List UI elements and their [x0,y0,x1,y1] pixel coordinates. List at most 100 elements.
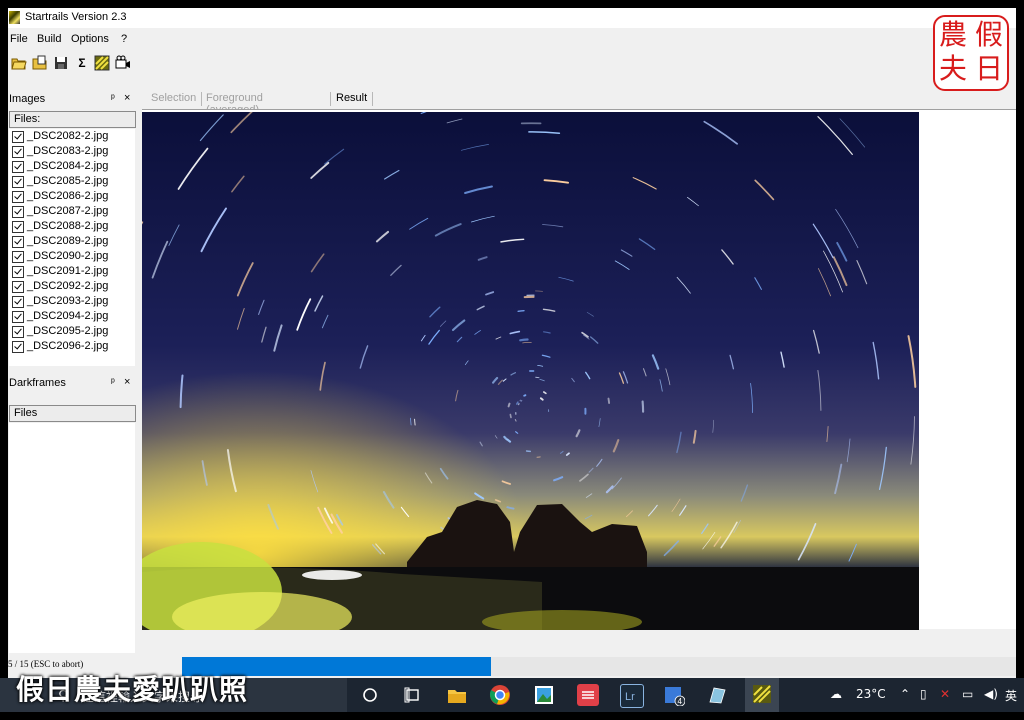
toolbar: Σ [8,55,308,75]
file-explorer-icon[interactable] [446,684,468,706]
weather-icon[interactable]: ☁ [830,687,842,701]
checkbox[interactable] [12,146,24,158]
darkframes-panel-header: Darkframes ᵖ × [8,375,136,393]
sum-icon[interactable]: Σ [74,55,90,71]
cortana-icon[interactable] [360,684,380,706]
file-name: _DSC2084-2.jpg [27,160,109,172]
chevron-up-icon[interactable]: ⌃ [900,687,910,701]
task-view-icon[interactable] [402,684,424,706]
images-panel: Images ᵖ × Files: _DSC2082-2.jpg _DSC208… [8,91,136,374]
result-viewport[interactable] [142,109,1016,630]
list-item[interactable]: _DSC2086-2.jpg [12,189,132,204]
startrails-taskbar-icon[interactable] [745,678,779,714]
images-panel-header: Images ᵖ × [8,91,136,109]
list-item[interactable]: _DSC2083-2.jpg [12,144,132,159]
checkbox[interactable] [12,311,24,323]
title-bar: Startrails Version 2.3 [8,8,1016,28]
star-trail [519,338,529,342]
checkbox[interactable] [12,191,24,203]
image-file-list[interactable]: _DSC2082-2.jpg _DSC2083-2.jpg _DSC2084-2… [9,129,135,366]
checkbox[interactable] [12,161,24,173]
list-item[interactable]: _DSC2082-2.jpg [12,129,132,144]
list-item[interactable]: _DSC2088-2.jpg [12,219,132,234]
list-item[interactable]: _DSC2085-2.jpg [12,174,132,189]
file-name: _DSC2096-2.jpg [27,340,109,352]
close-icon[interactable]: × [124,92,130,104]
checkbox[interactable] [12,251,24,263]
file-name: _DSC2082-2.jpg [27,130,109,142]
list-item[interactable]: _DSC2087-2.jpg [12,204,132,219]
list-item[interactable]: _DSC2090-2.jpg [12,249,132,264]
app-icon-red[interactable] [577,684,599,706]
menu-options[interactable]: Options [71,33,109,45]
menu-file[interactable]: File [10,33,28,45]
progress-bar [182,657,1016,676]
star-trail [539,397,544,401]
photo-viewer-icon[interactable] [533,684,555,706]
list-item[interactable]: _DSC2095-2.jpg [12,324,132,339]
tab-selection[interactable]: Selection [151,92,196,104]
menu-help[interactable]: ? [121,33,127,45]
checkbox[interactable] [12,131,24,143]
menu-build[interactable]: Build [37,33,61,45]
star-trail [515,401,519,405]
checkbox[interactable] [12,176,24,188]
star-trails-image [142,112,919,630]
list-item[interactable]: _DSC2094-2.jpg [12,309,132,324]
star-trail [517,403,520,406]
lightroom-icon[interactable]: Lr [620,684,644,708]
seal-char: 日 [974,52,1003,85]
checkbox[interactable] [12,206,24,218]
file-name: _DSC2085-2.jpg [27,175,109,187]
seal-char: 農 [938,18,967,51]
security-icon[interactable]: ✕ [940,687,950,701]
notes-icon[interactable] [706,684,728,706]
close-icon[interactable]: × [124,376,130,388]
list-item[interactable]: _DSC2091-2.jpg [12,264,132,279]
checkbox[interactable] [12,236,24,248]
startrails-window: Startrails Version 2.3 File Build Option… [8,8,1016,678]
star-trail [506,438,512,443]
file-name: _DSC2092-2.jpg [27,280,109,292]
checkbox[interactable] [12,266,24,278]
video-camera-icon[interactable] [115,55,131,71]
device-icon[interactable]: ▯ [920,687,927,701]
open-folder-icon[interactable] [11,55,27,71]
star-trail [517,310,525,312]
seal-char: 夫 [938,52,967,85]
tab-result[interactable]: Result [336,92,367,104]
checkbox[interactable] [12,296,24,308]
watermark-seal: 假 農 日 夫 [933,15,1009,91]
open-files-icon[interactable] [32,55,48,71]
list-item[interactable]: _DSC2089-2.jpg [12,234,132,249]
temperature-label[interactable]: 23°C [856,687,886,701]
network-icon[interactable]: ▭ [962,687,973,701]
star-trail [520,399,523,402]
pin-icon[interactable]: ᵖ [111,377,115,388]
list-item[interactable]: _DSC2092-2.jpg [12,279,132,294]
list-item[interactable]: _DSC2093-2.jpg [12,294,132,309]
tab-divider [372,92,373,106]
watermark-text: 假日農夫愛趴趴照 [16,673,249,706]
input-language-label[interactable]: 英 [1005,687,1017,704]
darkframes-panel: Darkframes ᵖ × Files [8,375,136,655]
file-name: _DSC2091-2.jpg [27,265,109,277]
chrome-icon[interactable] [489,684,511,706]
pin-icon[interactable]: ᵖ [111,93,115,104]
save-icon[interactable] [53,55,69,71]
star-trail [535,376,540,379]
darkframes-file-list[interactable] [9,423,135,653]
list-item[interactable]: _DSC2084-2.jpg [12,159,132,174]
checkbox[interactable] [12,281,24,293]
checkbox[interactable] [12,326,24,338]
file-name: _DSC2094-2.jpg [27,310,109,322]
checkbox[interactable] [12,341,24,353]
darkframes-panel-title: Darkframes [9,377,66,389]
checkbox[interactable] [12,221,24,233]
startrails-icon[interactable] [94,55,110,71]
photos-app-icon[interactable]: 4 [663,684,686,707]
files-label: Files: [14,113,41,125]
svg-text:Lr: Lr [625,691,635,703]
volume-icon[interactable]: ◀) [984,687,998,701]
list-item[interactable]: _DSC2096-2.jpg [12,339,132,354]
